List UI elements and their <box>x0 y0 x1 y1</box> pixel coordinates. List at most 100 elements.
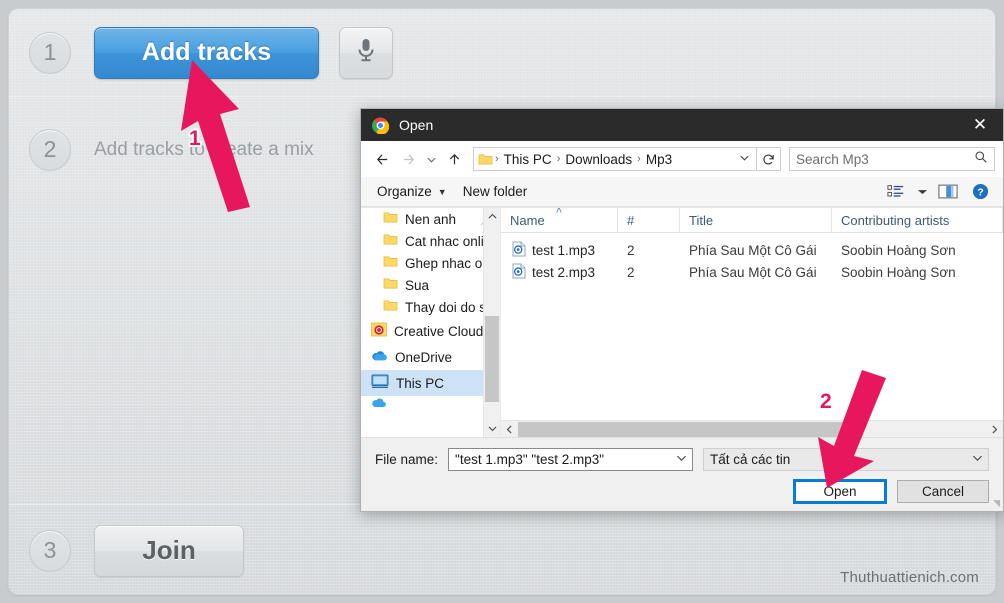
arrow-up-icon[interactable] <box>441 146 467 172</box>
file-rows: test 1.mp3 2 Phía Sau Một Cô Gái Soobin … <box>501 233 1003 420</box>
onedrive-icon <box>371 349 388 365</box>
recent-locations-chevron-down-icon[interactable] <box>421 146 441 172</box>
navpane-item-partial[interactable] <box>361 396 500 412</box>
breadcrumb-downloads[interactable]: Downloads <box>560 152 637 167</box>
help-icon[interactable]: ? <box>965 180 995 204</box>
arrow-left-icon[interactable] <box>369 146 395 172</box>
navpane-scrollbar[interactable] <box>483 208 500 437</box>
file-artist: Soobin Hoàng Sơn <box>841 242 956 258</box>
step-number-2: 2 <box>29 128 71 171</box>
folder-icon <box>383 299 398 315</box>
filename-chevron-down-icon[interactable] <box>672 454 690 465</box>
chevron-down-icon[interactable] <box>484 420 500 437</box>
navpane-item-onedrive[interactable]: OneDrive <box>361 344 500 370</box>
chevron-up-icon[interactable] <box>484 208 500 225</box>
filetype-dropdown[interactable]: Tất cả các tin <box>703 448 989 471</box>
hscroll-thumb[interactable] <box>518 421 860 437</box>
search-placeholder: Search Mp3 <box>796 151 869 167</box>
file-title: Phía Sau Một Cô Gái <box>689 264 817 280</box>
filename-input[interactable]: "test 1.mp3" "test 2.mp3" <box>448 448 694 471</box>
navpane-item-thay-doi-do-sang[interactable]: Thay doi do sang <box>361 296 500 318</box>
filename-row: File name: "test 1.mp3" "test 2.mp3" Tất… <box>375 448 989 471</box>
address-chevron-down-icon[interactable] <box>734 152 754 166</box>
search-icon <box>974 150 988 169</box>
new-folder-button[interactable]: New folder <box>455 180 536 204</box>
filetype-chevron-down-icon[interactable] <box>968 454 986 465</box>
join-button[interactable]: Join <box>94 524 244 577</box>
dialog-button-row: Open Cancel <box>375 479 989 504</box>
resize-grip-icon[interactable]: ◥ <box>993 498 1000 509</box>
toolbar-right-group: ? <box>881 180 995 204</box>
dialog-footer: File name: "test 1.mp3" "test 2.mp3" Tất… <box>361 437 1003 511</box>
site-watermark: Thuthuattienich.com <box>840 569 979 586</box>
navpane-item-label: This PC <box>396 375 445 391</box>
column-header-contributing-artists[interactable]: Contributing artists <box>832 208 1003 232</box>
navpane-item-label: Nen anh <box>405 211 457 227</box>
breadcrumb-mp3[interactable]: Mp3 <box>641 152 677 167</box>
filename-value: "test 1.mp3" "test 2.mp3" <box>455 452 605 467</box>
chrome-icon <box>371 117 390 135</box>
chevron-left-icon[interactable] <box>501 421 518 438</box>
this-pc-icon <box>371 374 389 392</box>
add-tracks-button[interactable]: Add tracks <box>94 26 319 79</box>
file-name-cell: test 1.mp3 <box>501 241 618 260</box>
column-header-title[interactable]: Title <box>680 208 832 232</box>
column-label: Name <box>510 212 545 228</box>
step-number-3: 3 <box>29 529 71 572</box>
file-track-number: 2 <box>627 264 635 280</box>
search-input[interactable]: Search Mp3 <box>789 147 995 171</box>
filename-label: File name: <box>375 452 439 467</box>
navpane-item-creative-cloud-files[interactable]: Creative Cloud Fil <box>361 318 500 344</box>
chevron-right-icon[interactable] <box>986 421 1003 438</box>
record-voice-button[interactable] <box>339 26 393 79</box>
breadcrumb-this-pc[interactable]: This PC <box>499 152 557 167</box>
view-chevron-down-icon[interactable] <box>913 180 931 204</box>
file-name-text: test 1.mp3 <box>532 242 596 258</box>
network-icon <box>371 396 387 412</box>
navpane-item-cat-nhac-online[interactable]: Cat nhac online <box>361 230 500 252</box>
mix-hint-text: Add tracks to create a mix <box>94 138 314 160</box>
navpane-item-ghep-nhac-online[interactable]: Ghep nhac onlin <box>361 252 500 274</box>
folder-icon <box>383 211 398 227</box>
step-row-1: 1 Add tracks <box>9 9 995 96</box>
column-header-track-number[interactable]: # <box>618 208 680 232</box>
sort-ascending-icon: ˄ <box>555 208 563 217</box>
navpane-item-this-pc[interactable]: This PC <box>361 370 500 396</box>
column-header-name[interactable]: ˄ Name <box>501 208 618 232</box>
navpane-item-sua[interactable]: Sua <box>361 274 500 296</box>
dialog-title: Open <box>399 117 434 133</box>
preview-pane-icon[interactable] <box>933 180 963 204</box>
creative-cloud-icon <box>371 322 387 340</box>
hscroll-track[interactable] <box>518 421 986 438</box>
navpane-item-nen-anh[interactable]: Nen anh 📌 <box>361 208 500 230</box>
open-file-dialog: Open ✕ › This PC › Downloads › Mp3 Searc… <box>360 108 1004 512</box>
folder-icon <box>383 233 398 249</box>
close-icon[interactable]: ✕ <box>957 109 1003 141</box>
open-button[interactable]: Open <box>793 479 887 504</box>
navpane-scrollbar-thumb[interactable] <box>485 316 499 402</box>
navigation-pane: Nen anh 📌 Cat nhac online Ghep nhac onli… <box>361 208 501 437</box>
dialog-toolbar: Organize ▼ New folder ? <box>361 177 1003 207</box>
file-list-horizontal-scrollbar[interactable] <box>501 420 1003 437</box>
dialog-body: Nen anh 📌 Cat nhac online Ghep nhac onli… <box>361 207 1003 437</box>
view-list-icon[interactable] <box>881 180 911 204</box>
file-track-number: 2 <box>627 242 635 258</box>
refresh-icon[interactable] <box>757 147 781 171</box>
dialog-titlebar: Open ✕ <box>361 109 1003 141</box>
folder-icon <box>383 255 398 271</box>
organize-menu-button[interactable]: Organize ▼ <box>369 180 455 204</box>
table-row[interactable]: test 1.mp3 2 Phía Sau Một Cô Gái Soobin … <box>501 239 1003 261</box>
chevron-down-icon: ▼ <box>437 186 447 197</box>
filetype-value: Tất cả các tin <box>710 452 791 467</box>
svg-text:?: ? <box>977 187 983 198</box>
column-header-row: ˄ Name # Title Contributing artists <box>501 208 1003 233</box>
folder-icon <box>478 153 493 166</box>
address-bar[interactable]: › This PC › Downloads › Mp3 <box>473 147 757 171</box>
mp3-file-icon <box>512 263 526 282</box>
table-row[interactable]: test 2.mp3 2 Phía Sau Một Cô Gái Soobin … <box>501 261 1003 283</box>
navpane-item-label: Sua <box>405 277 430 293</box>
cancel-button[interactable]: Cancel <box>897 480 989 503</box>
folder-icon <box>383 277 398 293</box>
navpane-item-label: OneDrive <box>395 349 453 365</box>
mp3-file-icon <box>512 241 526 260</box>
